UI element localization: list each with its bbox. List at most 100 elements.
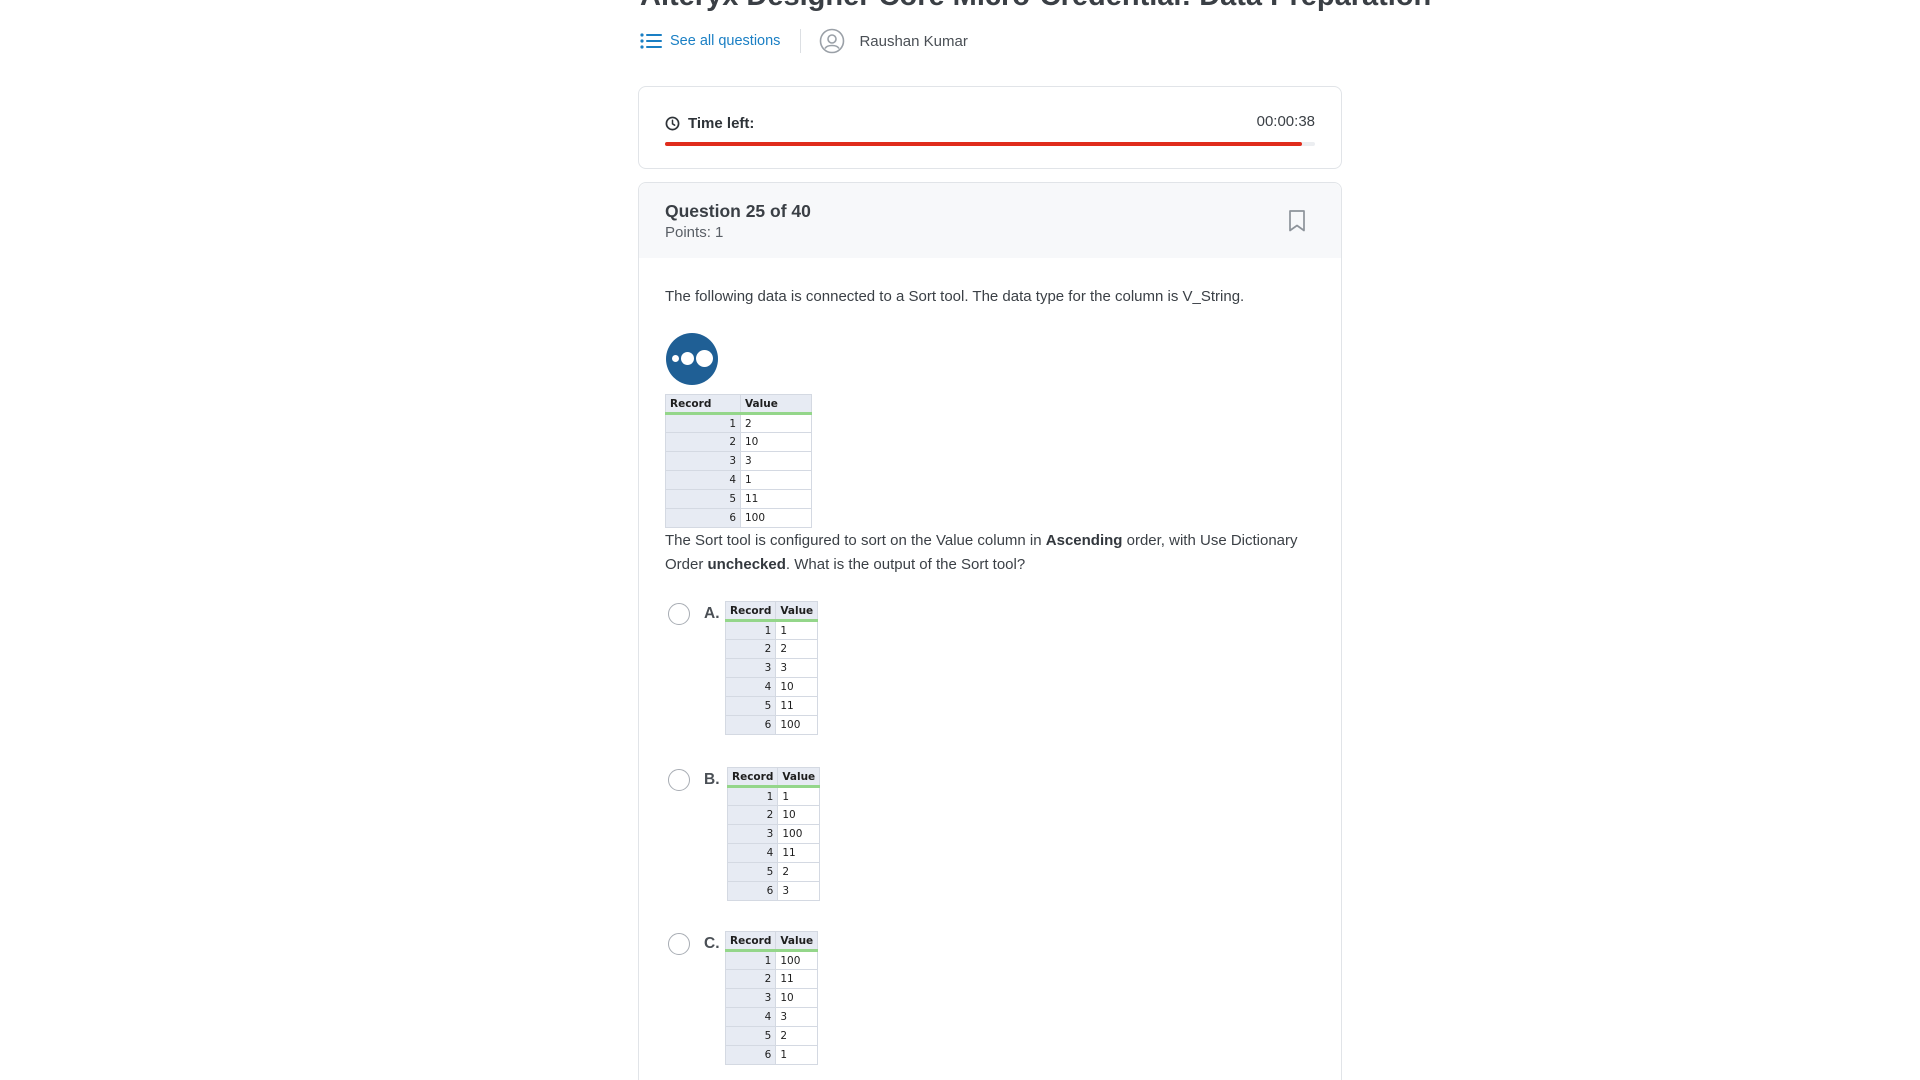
record-cell: 5 xyxy=(724,696,777,716)
user-info: Raushan Kumar xyxy=(819,28,968,54)
prompt-bold-ascending: Ascending xyxy=(1045,532,1123,549)
timer-card: Time left: 00:00:38 xyxy=(638,86,1342,169)
value-cell: 1 xyxy=(777,786,821,806)
record-cell: 6 xyxy=(665,508,741,528)
timer-label-group: Time left: xyxy=(665,115,754,132)
record-cell: 5 xyxy=(665,489,741,509)
value-cell: 100 xyxy=(775,950,819,970)
option-table-header-record: Record xyxy=(724,931,777,952)
table-row: 61 xyxy=(724,1045,819,1065)
table-row: 33 xyxy=(665,451,812,471)
option-a-table: Record Value 1 1 2 2 3 3 4 10 5 11 6 100 xyxy=(724,601,819,735)
table-row: 6 100 xyxy=(665,508,812,528)
input-data-table: Record Value 1 2 2 10 3 3 4 1 5 11 6 100 xyxy=(665,394,812,528)
table-row: 12 xyxy=(665,413,812,433)
sub-navigation: See all questions Raushan Kumar xyxy=(640,28,968,54)
input-table-header-record: Record xyxy=(665,394,741,415)
record-cell: 4 xyxy=(724,1007,777,1027)
timer-label: Time left: xyxy=(688,115,755,132)
record-cell: 6 xyxy=(724,1045,777,1065)
prompt-part-3: . What is the output of the Sort tool? xyxy=(785,556,1026,573)
option-table-header-value: Value xyxy=(777,767,821,788)
value-cell: 3 xyxy=(740,451,812,471)
value-cell: 100 xyxy=(775,715,819,735)
option-c-table: Record Value 1 100 2 11 3 10 4 3 5 2 6 1 xyxy=(724,931,819,1065)
table-row: 3 10 xyxy=(724,988,819,1008)
table-row: 11 xyxy=(724,620,819,640)
option-a-radio[interactable] xyxy=(668,603,690,625)
question-points: Points: 1 xyxy=(665,224,724,241)
bookmark-icon[interactable] xyxy=(1287,209,1307,233)
option-table-header-value: Value xyxy=(775,931,819,952)
record-cell: 5 xyxy=(726,862,779,882)
option-c-radio[interactable] xyxy=(668,933,690,955)
table-row: 52 xyxy=(726,862,821,882)
record-cell: 2 xyxy=(724,969,777,989)
timer-progress-fill xyxy=(665,142,1302,146)
see-all-questions-link[interactable]: See all questions xyxy=(640,32,780,50)
value-cell: 1 xyxy=(740,470,812,490)
value-cell: 10 xyxy=(777,805,821,825)
value-cell: 100 xyxy=(777,824,821,844)
value-cell: 2 xyxy=(740,413,812,433)
record-cell: 2 xyxy=(665,432,741,452)
table-row: 1 100 xyxy=(724,950,819,970)
value-cell: 10 xyxy=(775,988,819,1008)
record-cell: 5 xyxy=(724,1026,777,1046)
option-table-header-record: Record xyxy=(724,601,777,622)
value-cell: 10 xyxy=(775,677,819,697)
table-row: 4 11 xyxy=(726,843,821,863)
user-name: Raushan Kumar xyxy=(859,32,968,50)
value-cell: 11 xyxy=(775,969,819,989)
table-row: 52 xyxy=(724,1026,819,1046)
question-card: Question 25 of 40 Points: 1 The followin… xyxy=(638,182,1342,1080)
record-cell: 4 xyxy=(724,677,777,697)
option-b-letter: B. xyxy=(704,771,720,788)
record-cell: 3 xyxy=(665,451,741,471)
option-table-header-record: Record xyxy=(726,767,779,788)
table-row: 11 xyxy=(726,786,821,806)
question-header: Question 25 of 40 Points: 1 xyxy=(639,183,1341,258)
see-all-questions-label: See all questions xyxy=(670,33,781,49)
table-row: 41 xyxy=(665,470,812,490)
record-cell: 3 xyxy=(724,658,777,678)
record-cell: 6 xyxy=(726,881,779,901)
value-cell: 3 xyxy=(775,1007,819,1027)
value-cell: 2 xyxy=(777,862,821,882)
record-cell: 1 xyxy=(724,620,777,640)
table-row: 5 11 xyxy=(665,489,812,509)
prompt-part-1: The Sort tool is configured to sort on t… xyxy=(665,532,1046,549)
subnav-divider xyxy=(800,29,802,53)
record-cell: 2 xyxy=(726,805,779,825)
question-intro-text: The following data is connected to a Sor… xyxy=(665,288,1245,305)
option-c-letter: C. xyxy=(704,935,720,952)
record-cell: 6 xyxy=(724,715,777,735)
record-cell: 1 xyxy=(724,950,777,970)
value-cell: 3 xyxy=(777,881,821,901)
clock-icon xyxy=(665,116,680,131)
table-row: 4 10 xyxy=(724,677,819,697)
table-row: 2 10 xyxy=(665,432,812,452)
record-cell: 3 xyxy=(724,988,777,1008)
value-cell: 2 xyxy=(775,639,819,659)
page-title: Alteryx Designer Core Micro-Credential: … xyxy=(640,0,1431,13)
option-a-letter: A. xyxy=(704,605,720,622)
table-row: 63 xyxy=(726,881,821,901)
table-row: 33 xyxy=(724,658,819,678)
option-b-radio[interactable] xyxy=(668,769,690,791)
table-row: 2 10 xyxy=(726,805,821,825)
timer-progress-bar xyxy=(665,142,1315,146)
user-circle-icon xyxy=(820,28,845,54)
table-row: 6 100 xyxy=(724,715,819,735)
record-cell: 4 xyxy=(726,843,779,863)
value-cell: 3 xyxy=(775,658,819,678)
question-prompt-text: The Sort tool is configured to sort on t… xyxy=(665,529,1325,577)
question-number: Question 25 of 40 xyxy=(665,201,811,221)
input-table-header-value: Value xyxy=(740,394,812,415)
value-cell: 2 xyxy=(775,1026,819,1046)
record-cell: 2 xyxy=(724,639,777,659)
value-cell: 1 xyxy=(775,620,819,640)
value-cell: 11 xyxy=(775,696,819,716)
table-row: 5 11 xyxy=(724,696,819,716)
option-table-header-value: Value xyxy=(775,601,819,622)
